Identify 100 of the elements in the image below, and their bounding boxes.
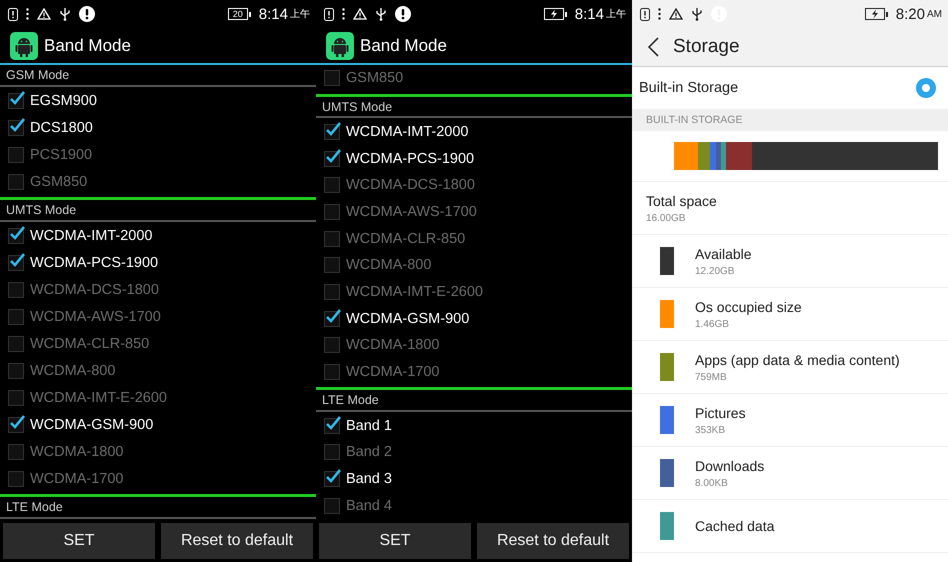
battery-indicator: 20 xyxy=(228,8,248,20)
band-label: WCDMA-IMT-E-2600 xyxy=(30,390,167,406)
checkbox[interactable] xyxy=(324,310,340,327)
android-app-icon xyxy=(10,32,38,60)
category-label: Apps (app data & media content) xyxy=(695,352,900,368)
checkbox[interactable] xyxy=(324,177,340,194)
category-size: 1.46GB xyxy=(695,318,730,330)
checkbox[interactable] xyxy=(8,470,24,486)
action-button[interactable]: Reset to default xyxy=(161,523,313,559)
checkbox[interactable] xyxy=(324,470,340,487)
clock-time: 8:14 xyxy=(574,6,604,22)
total-size: 16.00GB xyxy=(646,212,686,224)
dots-icon xyxy=(26,8,29,20)
storage-category-row[interactable]: Available 12.20GB xyxy=(632,235,948,288)
back-icon[interactable] xyxy=(648,37,659,57)
band-label: WCDMA-PCS-1900 xyxy=(30,254,158,270)
band-label: WCDMA-IMT-2000 xyxy=(346,124,468,140)
checkbox[interactable] xyxy=(324,70,340,86)
storage-category-row[interactable]: Os occupied size 1.46GB xyxy=(632,288,948,341)
band-label: Band 1 xyxy=(346,418,392,434)
checkbox[interactable] xyxy=(8,228,24,244)
storage-category-row[interactable]: Apps (app data & media content) 759MB xyxy=(632,341,948,394)
checkbox[interactable] xyxy=(324,230,340,247)
clock-time: 8:20 xyxy=(896,6,925,22)
checkbox[interactable] xyxy=(8,92,24,108)
category-label: Os occupied size xyxy=(695,298,802,314)
band-label: PCS1900 xyxy=(30,146,92,162)
checkbox[interactable] xyxy=(8,308,24,324)
checkbox[interactable] xyxy=(324,150,340,166)
band-label: WCDMA-CLR-850 xyxy=(346,230,466,247)
category-size: 8.00KB xyxy=(695,478,729,488)
category-label: Downloads xyxy=(695,458,764,474)
notice-icon xyxy=(324,8,334,20)
checkbox[interactable] xyxy=(324,284,340,300)
checkbox[interactable] xyxy=(8,146,24,162)
band-label: Band 4 xyxy=(346,498,392,514)
clock-period: 上午 xyxy=(290,8,310,21)
checkbox[interactable] xyxy=(8,120,24,136)
checkbox[interactable] xyxy=(324,204,340,220)
band-label: WCDMA-PCS-1900 xyxy=(346,150,474,166)
storage-category-row[interactable]: Downloads 8.00KB xyxy=(632,447,948,500)
checkbox[interactable] xyxy=(324,418,340,434)
category-label: Available xyxy=(695,246,752,262)
total-label: Total space xyxy=(646,192,717,208)
action-button[interactable]: SET xyxy=(3,523,155,559)
radio-button[interactable] xyxy=(916,78,936,98)
band-label: WCDMA-800 xyxy=(30,362,116,378)
band-label: WCDMA-800 xyxy=(346,257,432,274)
checkbox[interactable] xyxy=(8,390,24,406)
checkbox[interactable] xyxy=(8,362,24,378)
band-label: GSM850 xyxy=(30,174,88,190)
band-label: EGSM900 xyxy=(30,92,97,108)
screen-title: Band Mode xyxy=(44,36,131,56)
checkbox[interactable] xyxy=(324,124,340,140)
category-size: 759MB xyxy=(695,372,728,382)
storage-option-label: Built-in Storage xyxy=(639,80,738,96)
section-header: GSM Mode xyxy=(0,65,316,87)
section-header: UMTS Mode xyxy=(0,200,316,222)
band-label: DCS1800 xyxy=(30,120,93,136)
section-header: BUILT-IN STORAGE xyxy=(632,109,948,131)
checkbox[interactable] xyxy=(8,174,24,190)
band-label: WCDMA-CLR-850 xyxy=(30,336,150,352)
usb-icon xyxy=(59,7,71,21)
screen-title: Band Mode xyxy=(360,36,447,56)
section-header: UMTS Mode xyxy=(316,96,632,118)
checkbox[interactable] xyxy=(8,282,24,298)
band-label: WCDMA-IMT-2000 xyxy=(30,228,152,244)
clock-period: AM xyxy=(927,8,942,20)
action-button[interactable]: SET xyxy=(319,523,471,559)
band-label: WCDMA-AWS-1700 xyxy=(346,204,477,220)
checkbox[interactable] xyxy=(8,444,24,460)
checkbox[interactable] xyxy=(8,336,24,352)
checkbox[interactable] xyxy=(324,337,340,354)
section-header: LTE Mode xyxy=(316,390,632,412)
storage-category-row[interactable]: Pictures 353KB xyxy=(632,394,948,447)
band-label: WCDMA-IMT-E-2600 xyxy=(346,284,483,300)
band-label: WCDMA-1800 xyxy=(30,444,124,460)
usb-icon xyxy=(375,7,387,21)
checkbox[interactable] xyxy=(8,254,24,270)
band-label: WCDMA-AWS-1700 xyxy=(30,308,161,324)
notice-icon xyxy=(8,8,18,20)
band-label: WCDMA-DCS-1800 xyxy=(346,177,475,194)
action-button[interactable]: Reset to default xyxy=(477,523,629,559)
checkbox[interactable] xyxy=(324,498,340,514)
checkbox[interactable] xyxy=(324,257,340,274)
band-label: WCDMA-1700 xyxy=(346,364,440,380)
band-label: WCDMA-1800 xyxy=(346,337,440,354)
clock-time: 8:14 xyxy=(258,6,288,22)
band-label: GSM850 xyxy=(346,70,404,86)
band-label: WCDMA-GSM-900 xyxy=(346,310,470,327)
alert-icon xyxy=(395,6,411,22)
checkbox[interactable] xyxy=(8,416,24,432)
checkbox[interactable] xyxy=(324,364,340,380)
usb-icon xyxy=(691,7,703,21)
band-label: Band 3 xyxy=(346,470,392,487)
checkbox[interactable] xyxy=(324,444,340,460)
clock-period: 上午 xyxy=(606,8,626,21)
storage-category-row[interactable]: Cached data xyxy=(632,500,948,553)
band-label: WCDMA-GSM-900 xyxy=(30,416,154,432)
dots-icon xyxy=(658,8,661,20)
